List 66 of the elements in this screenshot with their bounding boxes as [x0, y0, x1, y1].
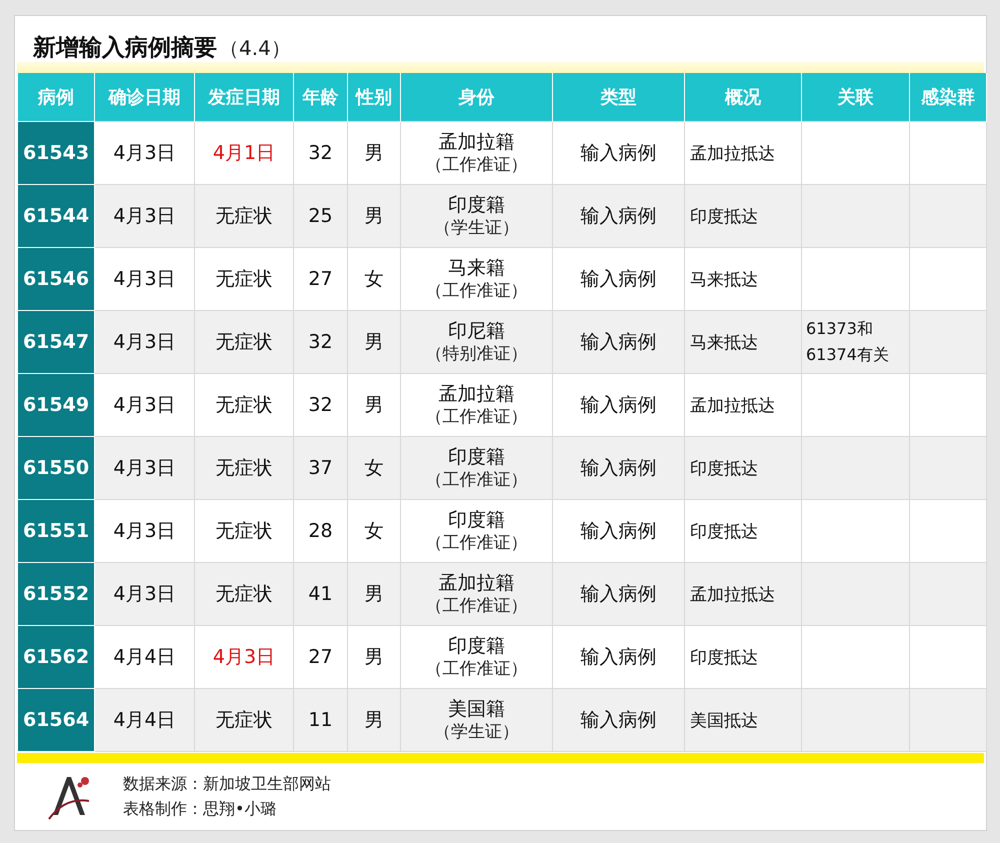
column-header: 病例 — [18, 73, 94, 122]
table-title: 新增输入病例摘要 — [33, 34, 217, 63]
table-cell: 4月3日 — [94, 184, 194, 248]
table-cell: 无症状 — [194, 310, 294, 374]
nationality-text: 孟加拉籍 — [438, 571, 516, 595]
table-cell: 输入病例 — [552, 436, 684, 500]
column-header: 发症日期 — [194, 73, 294, 122]
table-cell: 37 — [294, 436, 348, 500]
nationality-text: 印度籍 — [447, 634, 506, 658]
table-cell: 11 — [294, 688, 348, 752]
column-header: 类型 — [552, 73, 684, 122]
nationality-text: 孟加拉籍 — [438, 130, 516, 154]
nationality-text: 印度籍 — [447, 508, 506, 532]
permit-text: （工作准证） — [424, 154, 528, 176]
nationality-text: 印尼籍 — [447, 319, 506, 343]
table-cell: 无症状 — [194, 688, 294, 752]
permit-text: （工作准证） — [424, 532, 528, 554]
table-cell: 马来抵达 — [684, 310, 802, 374]
footer-note: 数据来源：新加坡卫生部网站 — [123, 774, 331, 795]
footer-note: 表格制作：思翔•小璐 — [123, 799, 278, 820]
nationality-text: 孟加拉籍 — [438, 382, 516, 406]
nationality-text: 马来籍 — [447, 256, 506, 280]
permit-text: （学生证） — [433, 721, 520, 743]
table-cell: 男 — [348, 688, 400, 752]
permit-text: （工作准证） — [424, 658, 528, 680]
column-header: 概况 — [684, 73, 802, 122]
table-cell: 32 — [294, 310, 348, 374]
column-header: 性别 — [348, 73, 400, 122]
link-text: 61374有关 — [806, 344, 890, 366]
column-header: 关联 — [802, 73, 910, 122]
table-cell: 41 — [294, 562, 348, 626]
permit-text: （工作准证） — [424, 280, 528, 302]
table-cell: 女 — [348, 436, 400, 500]
table-cell: 输入病例 — [552, 562, 684, 626]
table-cell: 无症状 — [194, 562, 294, 626]
table-cell: 男 — [348, 562, 400, 626]
table-cell: 输入病例 — [552, 184, 684, 248]
table-cell: 孟加拉抵达 — [684, 562, 802, 626]
table-cell: 印度抵达 — [684, 184, 802, 248]
permit-text: （工作准证） — [424, 406, 528, 428]
nationality-text: 印度籍 — [447, 193, 506, 217]
table-cell: 美国抵达 — [684, 688, 802, 752]
table-cell: 输入病例 — [552, 688, 684, 752]
table-cell: 输入病例 — [552, 310, 684, 374]
table-cell: 4月3日 — [94, 562, 194, 626]
table-cell: 4月4日 — [94, 688, 194, 752]
link-text: 61373和 — [806, 318, 874, 340]
column-header: 身份 — [400, 73, 552, 122]
table-cell: 印度抵达 — [684, 436, 802, 500]
permit-text: （工作准证） — [424, 595, 528, 617]
table-cell: 25 — [294, 184, 348, 248]
column-header: 年龄 — [294, 73, 348, 122]
table-cell: 无症状 — [194, 436, 294, 500]
table-cell: 男 — [348, 184, 400, 248]
permit-text: （学生证） — [433, 217, 520, 239]
column-header: 确诊日期 — [94, 73, 194, 122]
nationality-text: 印度籍 — [447, 445, 506, 469]
title-date: （4.4） — [219, 35, 291, 62]
permit-text: （特别准证） — [424, 343, 528, 365]
table-cell: 4月3日 — [94, 436, 194, 500]
nationality-text: 美国籍 — [447, 697, 506, 721]
permit-text: （工作准证） — [424, 469, 528, 491]
table-cell: 4月3日 — [94, 310, 194, 374]
table-cell: 男 — [348, 310, 400, 374]
table-cell: 无症状 — [194, 184, 294, 248]
column-header: 感染群 — [910, 73, 986, 122]
